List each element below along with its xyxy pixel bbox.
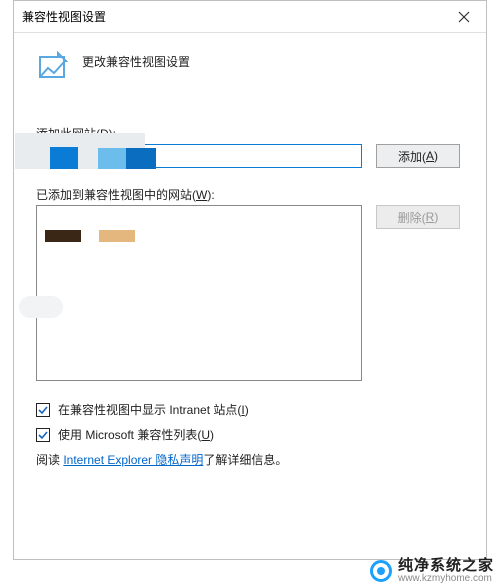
site-listbox[interactable] — [36, 205, 362, 381]
add-button[interactable]: 添加(A) — [376, 144, 460, 168]
privacy-note: 阅读 Internet Explorer 隐私声明了解详细信息。 — [36, 451, 464, 468]
intranet-checkbox-row[interactable]: 在兼容性视图中显示 Intranet 站点(I) — [36, 401, 464, 418]
remove-button: 删除(R) — [376, 205, 460, 229]
add-site-row: 添加(A) — [36, 144, 464, 168]
add-site-input[interactable] — [36, 144, 362, 168]
redaction-block — [19, 296, 63, 318]
site-list-label: 已添加到兼容性视图中的网站(W): — [36, 186, 464, 203]
intranet-checkbox-label: 在兼容性视图中显示 Intranet 站点(I) — [58, 401, 249, 418]
redaction-overlay — [15, 133, 165, 169]
mslist-checkbox-row[interactable]: 使用 Microsoft 兼容性列表(U) — [36, 426, 464, 443]
watermark-title: 纯净系统之家 — [398, 558, 494, 574]
privacy-link[interactable]: Internet Explorer 隐私声明 — [63, 453, 203, 467]
options-group: 在兼容性视图中显示 Intranet 站点(I) 使用 Microsoft 兼容… — [36, 401, 464, 468]
site-list-row: 删除(R) — [36, 205, 464, 381]
checkbox-checked-icon — [36, 428, 50, 442]
mslist-checkbox-label: 使用 Microsoft 兼容性列表(U) — [58, 426, 214, 443]
watermark: 纯净系统之家 www.kzmyhome.com — [370, 558, 494, 584]
close-icon — [458, 11, 470, 23]
watermark-url: www.kzmyhome.com — [398, 574, 494, 585]
dialog-title: 兼容性视图设置 — [22, 8, 106, 25]
titlebar: 兼容性视图设置 — [14, 1, 486, 33]
dialog-header: 更改兼容性视图设置 — [36, 51, 464, 83]
redaction-block — [99, 230, 135, 242]
dialog-content: 更改兼容性视图设置 添加此网站(D): 添加(A) 已添加到兼容性视图中的网站(… — [14, 33, 486, 559]
dialog-header-text: 更改兼容性视图设置 — [82, 51, 190, 70]
watermark-logo-icon — [370, 560, 392, 582]
checkbox-checked-icon — [36, 403, 50, 417]
compat-view-icon — [36, 51, 68, 83]
close-button[interactable] — [442, 1, 486, 33]
redaction-block — [45, 230, 81, 242]
compat-view-dialog: 兼容性视图设置 更改兼容性视图设置 添加此网站(D): — [13, 0, 487, 560]
